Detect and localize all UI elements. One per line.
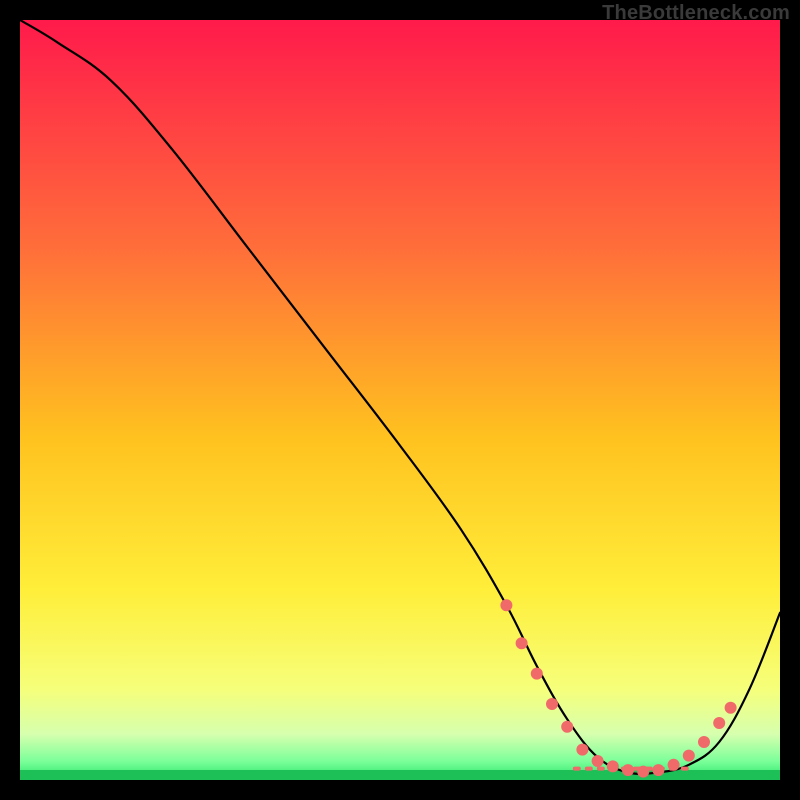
highlight-dot bbox=[652, 764, 664, 776]
highlight-dot bbox=[592, 755, 604, 767]
highlight-dot bbox=[561, 721, 573, 733]
chart-svg bbox=[20, 20, 780, 780]
highlight-dot bbox=[531, 668, 543, 680]
chart-plot-area bbox=[20, 20, 780, 780]
highlight-dot bbox=[725, 702, 737, 714]
highlight-dot bbox=[500, 599, 512, 611]
highlight-dot bbox=[607, 760, 619, 772]
chart-frame: TheBottleneck.com bbox=[0, 0, 800, 800]
highlight-dot bbox=[637, 766, 649, 778]
highlight-dot bbox=[698, 736, 710, 748]
highlight-dot bbox=[546, 698, 558, 710]
highlight-dot bbox=[576, 744, 588, 756]
highlight-dot bbox=[516, 637, 528, 649]
highlight-dot bbox=[668, 759, 680, 771]
highlight-dot bbox=[622, 764, 634, 776]
gradient-background bbox=[20, 20, 780, 780]
highlight-dot bbox=[683, 750, 695, 762]
highlight-dot bbox=[713, 717, 725, 729]
